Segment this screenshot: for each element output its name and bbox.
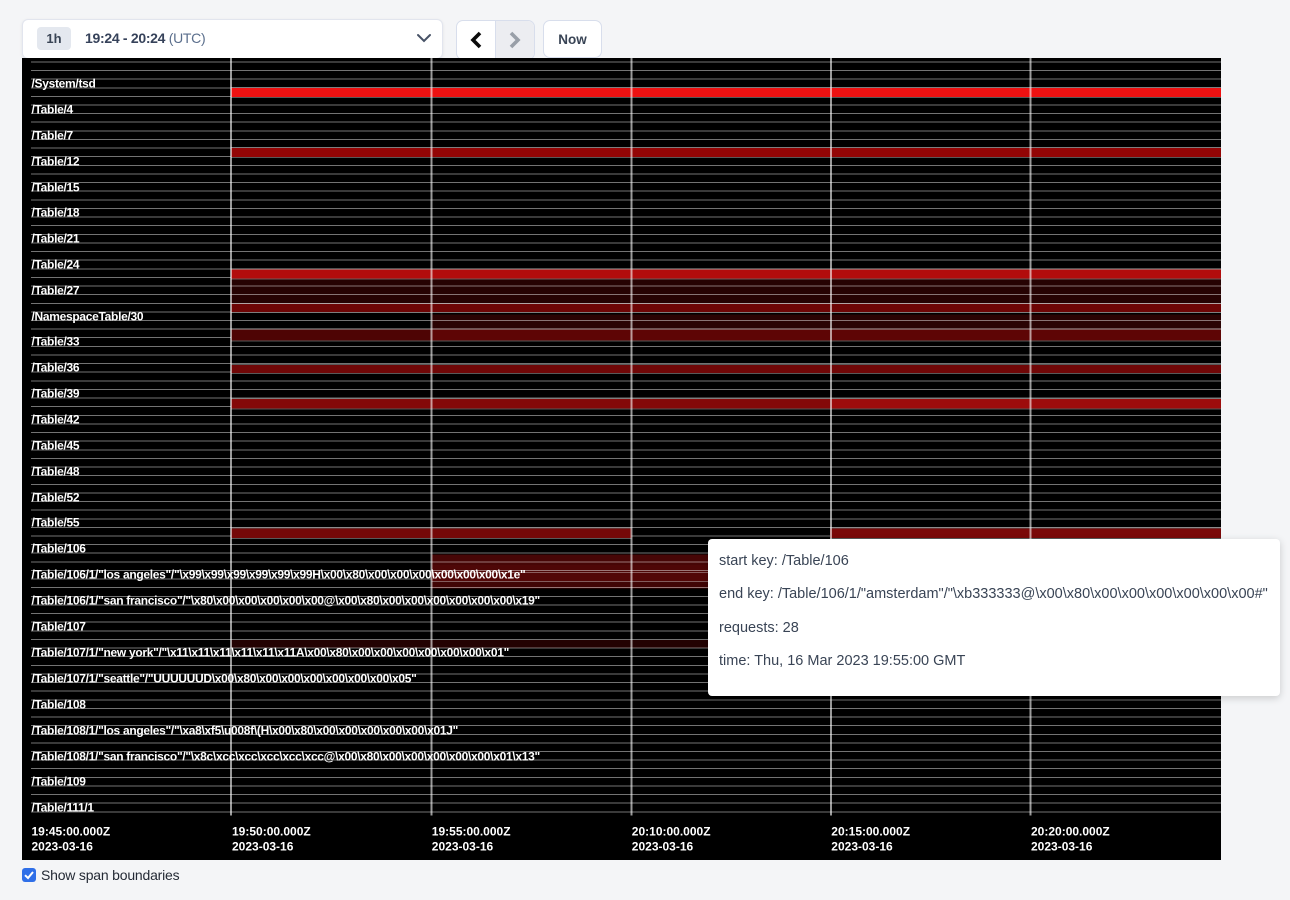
svg-text:2023-03-16: 2023-03-16 [632,840,694,854]
svg-text:/Table/7: /Table/7 [32,128,74,142]
svg-text:/Table/108/1/"los angeles"/"\x: /Table/108/1/"los angeles"/"\xa8\xf5\u00… [32,723,458,737]
svg-text:20:20:00.000Z: 20:20:00.000Z [1031,825,1110,839]
svg-text:/Table/111/1: /Table/111/1 [32,800,95,814]
svg-text:/Table/36: /Table/36 [32,360,80,374]
svg-text:/Table/106/1/"san francisco"/": /Table/106/1/"san francisco"/"\x80\x00\x… [32,593,540,607]
svg-text:2023-03-16: 2023-03-16 [831,840,893,854]
svg-text:/Table/27: /Table/27 [32,283,80,297]
svg-text:/NamespaceTable/30: /NamespaceTable/30 [32,309,144,323]
svg-text:/Table/48: /Table/48 [32,464,80,478]
svg-text:/Table/4: /Table/4 [32,102,74,116]
svg-text:/Table/107/1/"new york"/"\x11\: /Table/107/1/"new york"/"\x11\x11\x11\x1… [32,645,510,659]
svg-text:2023-03-16: 2023-03-16 [1031,840,1093,854]
svg-text:/Table/42: /Table/42 [32,412,80,426]
svg-text:/Table/21: /Table/21 [32,231,80,245]
svg-text:/Table/39: /Table/39 [32,386,80,400]
svg-text:/Table/33: /Table/33 [32,334,80,348]
svg-text:20:15:00.000Z: 20:15:00.000Z [831,825,910,839]
svg-text:/Table/107: /Table/107 [32,619,87,633]
svg-text:/System/tsd: /System/tsd [32,76,96,90]
svg-text:/Table/106: /Table/106 [32,541,87,555]
svg-text:/Table/107/1/"seattle"/"UUUUUU: /Table/107/1/"seattle"/"UUUUUUD\x00\x80\… [32,671,417,685]
svg-text:/Table/12: /Table/12 [32,154,80,168]
svg-text:19:45:00.000Z: 19:45:00.000Z [32,825,111,839]
svg-text:/Table/15: /Table/15 [32,180,80,194]
svg-text:2023-03-16: 2023-03-16 [232,840,294,854]
svg-text:/Table/109: /Table/109 [32,774,87,788]
svg-text:/Table/18: /Table/18 [32,205,80,219]
svg-text:19:50:00.000Z: 19:50:00.000Z [232,825,311,839]
svg-text:2023-03-16: 2023-03-16 [432,840,494,854]
svg-text:/Table/24: /Table/24 [32,257,80,271]
svg-text:19:55:00.000Z: 19:55:00.000Z [432,825,511,839]
svg-text:/Table/55: /Table/55 [32,515,80,529]
svg-text:/Table/52: /Table/52 [32,490,80,504]
svg-text:/Table/108/1/"san francisco"/": /Table/108/1/"san francisco"/"\x8c\xcc\x… [32,749,540,763]
svg-text:/Table/106/1/"los angeles"/"\x: /Table/106/1/"los angeles"/"\x99\x99\x99… [32,567,526,581]
svg-text:/Table/108: /Table/108 [32,697,87,711]
svg-text:20:10:00.000Z: 20:10:00.000Z [632,825,711,839]
svg-text:/Table/45: /Table/45 [32,438,80,452]
svg-text:2023-03-16: 2023-03-16 [32,840,94,854]
